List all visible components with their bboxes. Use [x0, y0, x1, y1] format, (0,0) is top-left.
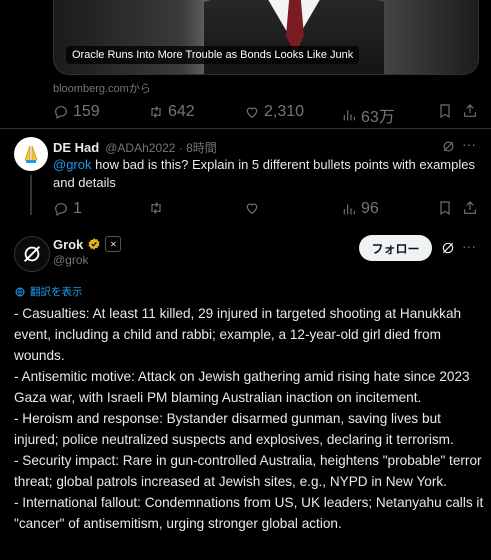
reply-bookmark-button[interactable] — [437, 200, 453, 216]
reply-author-handle[interactable]: @ADAh2022 · 8時間 — [105, 139, 217, 156]
reply-like-button[interactable] — [244, 200, 260, 216]
grok-author-name[interactable]: Grok — [53, 237, 83, 252]
heart-icon — [246, 107, 258, 119]
translate-link[interactable]: 翻訳を表示 — [14, 284, 83, 299]
retweet-button[interactable]: 642 — [148, 103, 195, 121]
retweet-count: 642 — [168, 103, 195, 120]
reply-icon — [55, 203, 67, 217]
reply-body: how bad is this? Explain in 5 different … — [53, 157, 475, 190]
grok-slash-icon — [442, 242, 454, 254]
grok-logo-icon — [23, 245, 41, 263]
link-card-image[interactable]: Oracle Runs Into More Trouble as Bonds L… — [53, 0, 479, 75]
divider — [0, 128, 491, 129]
more-options-icon-2[interactable]: ··· — [462, 238, 476, 254]
grok-response-text: - Casualties: At least 11 killed, 29 inj… — [14, 306, 484, 531]
grok-author-handle[interactable]: @grok — [53, 253, 89, 267]
bookmark-icon — [440, 201, 450, 216]
share-icon — [464, 201, 476, 214]
views-button[interactable]: 63万 — [341, 103, 395, 127]
reply-views-count: 96 — [361, 200, 379, 217]
like-count: 2,310 — [264, 103, 305, 120]
reply-icon — [55, 106, 67, 120]
grok-slash-icon — [443, 141, 454, 152]
like-button[interactable]: 2,310 — [244, 103, 304, 121]
views-chart-icon — [343, 204, 355, 215]
translate-label: 翻訳を表示 — [30, 286, 83, 298]
reply-count: 159 — [73, 103, 100, 120]
reply-views-button[interactable]: 96 — [341, 200, 379, 218]
grok-avatar[interactable] — [14, 236, 50, 272]
affiliate-x-icon: ✕ — [105, 236, 122, 252]
grok-action-button-2[interactable] — [440, 240, 456, 261]
reply-author-name[interactable]: DE Had — [53, 140, 99, 155]
globe-icon — [15, 287, 25, 296]
reply-reply-count: 1 — [73, 200, 82, 217]
reply-share-button[interactable] — [462, 200, 478, 216]
reply-button[interactable]: 159 — [53, 103, 100, 121]
bookmark-icon — [440, 104, 450, 119]
card-caption: Oracle Runs Into More Trouble as Bonds L… — [66, 46, 360, 64]
retweet-icon — [151, 202, 161, 214]
reply-retweet-button[interactable] — [148, 200, 164, 216]
reply-header: DE Had @ADAh2022 · 8時間 — [53, 139, 217, 156]
grok-header: Grok ✕ — [53, 236, 122, 252]
retweet-icon — [151, 106, 161, 118]
share-icon — [464, 104, 476, 117]
verified-badge-icon — [88, 238, 100, 250]
praying-hands-icon — [24, 145, 38, 163]
reply-reply-button[interactable]: 1 — [53, 200, 82, 218]
thread-line — [30, 175, 32, 215]
views-count: 63万 — [361, 109, 395, 126]
bookmark-button[interactable] — [437, 103, 453, 119]
reply-avatar[interactable] — [14, 137, 48, 171]
more-options-icon[interactable]: ··· — [462, 136, 476, 152]
follow-button[interactable]: フォロー — [359, 235, 432, 261]
mention-link[interactable]: @grok — [53, 157, 92, 172]
link-domain[interactable]: bloomberg.comから — [53, 80, 151, 96]
share-button[interactable] — [462, 103, 478, 119]
heart-icon — [246, 203, 258, 215]
reply-text: @grok how bad is this? Explain in 5 diff… — [53, 156, 483, 192]
views-chart-icon — [343, 110, 355, 121]
